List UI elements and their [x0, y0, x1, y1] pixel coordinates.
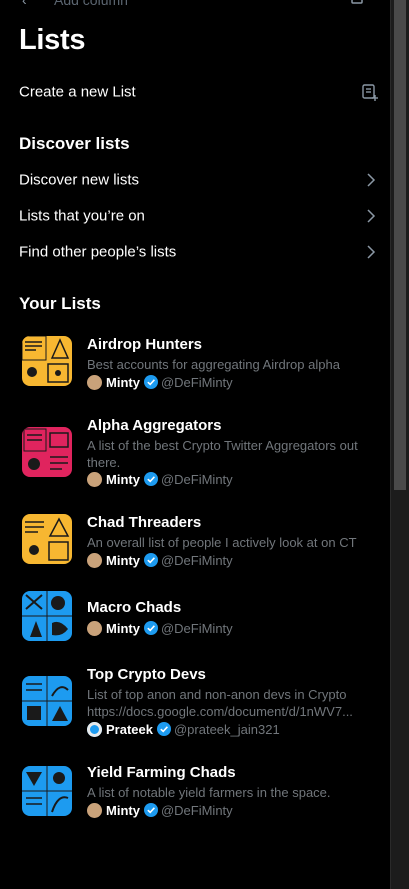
list-owner: Minty @DeFiMinty	[87, 470, 233, 488]
page-title: Lists	[19, 24, 86, 56]
add-column-label[interactable]: Add column	[54, 0, 128, 8]
avatar	[87, 552, 102, 568]
list-description: List of top anon and non-anon devs in Cr…	[87, 687, 353, 719]
list-name: Macro Chads	[87, 599, 182, 616]
discover-item-label: Discover new lists	[19, 171, 140, 189]
verified-badge-icon	[143, 803, 158, 817]
list-item[interactable]: Top Crypto Devs List of top anon and non…	[0, 666, 390, 741]
owner-name: Prateek	[106, 721, 153, 737]
list-name: Top Crypto Devs	[87, 666, 206, 683]
scrollbar-thumb[interactable]	[394, 0, 406, 490]
verified-badge-icon	[143, 375, 158, 389]
list-item[interactable]: Chad Threaders An overall list of people…	[0, 514, 390, 574]
chevron-right-icon	[367, 173, 376, 187]
list-owner: Minty @DeFiMinty	[87, 551, 233, 569]
owner-handle: @DeFiMinty	[160, 374, 233, 390]
create-new-list-button[interactable]: Create a new List	[0, 74, 390, 110]
list-name: Alpha Aggregators	[87, 417, 222, 434]
list-thumbnail	[22, 427, 72, 477]
column-header: ‹ Add column	[0, 0, 390, 10]
find-other-lists-link[interactable]: Find other people’s lists	[0, 234, 390, 270]
list-thumbnail	[22, 514, 72, 564]
your-lists-heading: Your Lists	[19, 294, 101, 313]
avatar	[87, 620, 102, 636]
list-description: A list of notable yield farmers in the s…	[87, 785, 331, 800]
verified-badge-icon	[143, 553, 158, 567]
owner-name: Minty	[106, 552, 140, 568]
owner-handle: @DeFiMinty	[160, 802, 233, 818]
list-name: Yield Farming Chads	[87, 764, 236, 781]
verified-badge-icon	[143, 621, 158, 635]
list-thumbnail	[22, 591, 72, 641]
list-owner: Minty @DeFiMinty	[87, 801, 233, 819]
chevron-right-icon	[367, 245, 376, 259]
list-name: Chad Threaders	[87, 514, 202, 531]
trash-icon[interactable]	[350, 0, 364, 4]
discover-lists-heading: Discover lists	[19, 134, 130, 153]
list-item[interactable]: Alpha Aggregators A list of the best Cry…	[0, 417, 390, 487]
owner-handle: @DeFiMinty	[160, 552, 233, 568]
owner-name: Minty	[106, 802, 140, 818]
discover-new-lists-link[interactable]: Discover new lists	[0, 162, 390, 198]
lists-youre-on-link[interactable]: Lists that you’re on	[0, 198, 390, 234]
discover-item-label: Lists that you’re on	[19, 207, 145, 225]
create-new-list-label: Create a new List	[19, 83, 136, 101]
list-description: Best accounts for aggregating Airdrop al…	[87, 357, 340, 372]
verified-badge-icon	[156, 722, 171, 736]
list-thumbnail	[22, 766, 72, 816]
chevron-right-icon	[367, 209, 376, 223]
list-owner: Prateek @prateek_jain321	[87, 720, 280, 738]
avatar	[87, 721, 102, 737]
avatar	[87, 374, 102, 390]
avatar	[87, 802, 102, 818]
new-list-icon	[362, 84, 378, 101]
list-name: Airdrop Hunters	[87, 336, 203, 353]
list-item[interactable]: Airdrop Hunters Best accounts for aggreg…	[0, 336, 390, 396]
list-item[interactable]: Macro Chads Minty @DeFiMinty	[0, 591, 390, 649]
list-item[interactable]: Yield Farming Chads A list of notable yi…	[0, 764, 390, 824]
list-thumbnail	[22, 676, 72, 726]
owner-handle: @DeFiMinty	[160, 471, 233, 487]
list-description: A list of the best Crypto Twitter Aggreg…	[87, 438, 358, 470]
avatar	[87, 471, 102, 487]
discover-item-label: Find other people’s lists	[19, 243, 177, 261]
list-thumbnail	[22, 336, 72, 386]
scrollbar[interactable]	[390, 0, 409, 889]
owner-handle: @prateek_jain321	[173, 721, 280, 737]
owner-name: Minty	[106, 471, 140, 487]
list-owner: Minty @DeFiMinty	[87, 373, 233, 391]
list-owner: Minty @DeFiMinty	[87, 619, 233, 637]
owner-name: Minty	[106, 620, 140, 636]
owner-name: Minty	[106, 374, 140, 390]
back-button[interactable]: ‹	[22, 0, 27, 8]
list-description: An overall list of people I actively loo…	[87, 535, 357, 550]
verified-badge-icon	[143, 472, 158, 486]
owner-handle: @DeFiMinty	[160, 620, 233, 636]
